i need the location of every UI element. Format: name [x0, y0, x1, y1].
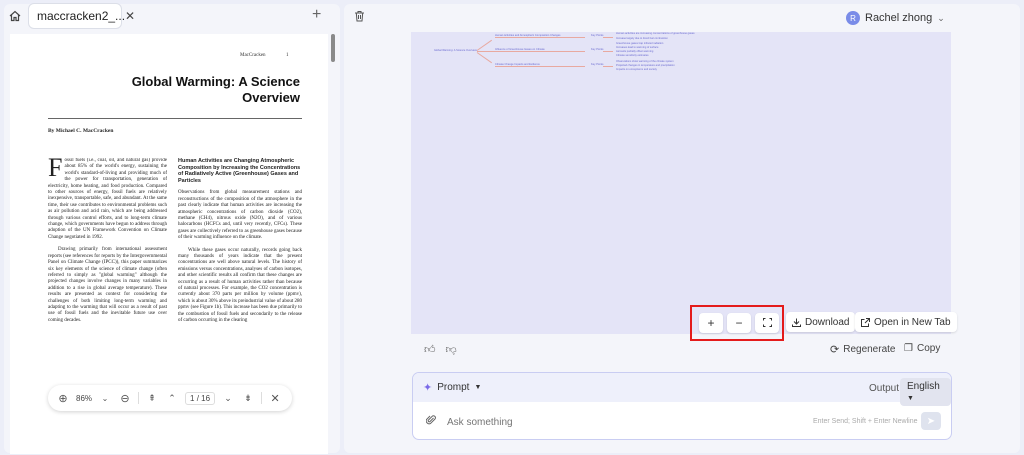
page-indicator[interactable]: 1 / 16: [185, 391, 216, 405]
language-select[interactable]: English ▼: [900, 378, 951, 406]
home-icon: [9, 10, 21, 22]
mindmap-leaf[interactable]: Human activities are increasing concentr…: [616, 32, 695, 35]
download-icon: [792, 318, 801, 327]
mindmap-subbranch[interactable]: Key Points: [591, 34, 603, 37]
mindmap-root[interactable]: Global Warming: A Science Overview: [434, 49, 477, 52]
refresh-icon: ⟳: [830, 344, 840, 356]
send-icon: ➤: [926, 415, 936, 427]
download-button[interactable]: Download: [786, 312, 856, 332]
pdf-page-number: 1: [286, 53, 289, 58]
zoom-out-icon[interactable]: ⊖: [118, 391, 132, 405]
send-button[interactable]: ➤: [921, 412, 941, 430]
add-tab-icon[interactable]: +: [312, 6, 321, 24]
document-tab[interactable]: maccracken2_... ✕: [28, 3, 135, 29]
pdf-scrollbar[interactable]: [331, 34, 335, 62]
drop-cap: F: [48, 158, 63, 182]
title-divider: [48, 118, 302, 119]
mindmap-leaf[interactable]: Observations show warming of the climate…: [616, 60, 674, 63]
mindmap-subbranch[interactable]: Key Points: [591, 63, 603, 66]
mindmap-canvas[interactable]: Global Warming: A Science Overview Human…: [411, 32, 951, 334]
open-new-tab-button[interactable]: Open in New Tab: [855, 312, 957, 332]
mindmap-leaf[interactable]: Aerosols partially offset warming: [616, 50, 653, 53]
user-name: Rachel zhong: [865, 12, 933, 24]
document-tab-title: maccracken2_...: [37, 9, 126, 23]
mindmap-leaf[interactable]: Impacts on ecosystems and society: [616, 68, 657, 71]
home-button[interactable]: [4, 5, 26, 27]
mindmap-leaf[interactable]: Increase largely due to fossil fuel comb…: [616, 37, 668, 40]
pdf-title: Global Warming: A Science Overview: [131, 74, 300, 105]
close-toolbar-icon[interactable]: ✕: [268, 391, 282, 405]
last-page-icon[interactable]: ⇟: [241, 391, 255, 405]
mindmap-subbranch[interactable]: Key Points: [591, 48, 603, 51]
external-link-icon: [861, 317, 870, 327]
mindmap-leaf[interactable]: Climate sensitivity estimates: [616, 54, 649, 57]
avatar: R: [846, 11, 860, 25]
pdf-running-header: MacCracken: [240, 53, 266, 58]
copy-icon: ❐: [904, 343, 913, 354]
chevron-down-icon: ⌄: [937, 12, 945, 23]
close-icon[interactable]: ✕: [125, 9, 135, 23]
copy-button[interactable]: ❐ Copy: [904, 343, 940, 354]
prev-page-icon[interactable]: ⌃: [165, 391, 179, 405]
thumbs-up-icon[interactable]: 👍︎: [424, 343, 436, 356]
highlight-box: [690, 305, 784, 341]
section-heading: Human Activities are Changing Atmospheri…: [178, 158, 301, 184]
caret-down-icon: ▼: [907, 395, 914, 402]
prompt-selector[interactable]: ✦ Prompt ▼: [423, 381, 481, 394]
user-menu[interactable]: R Rachel zhong ⌄: [846, 11, 945, 25]
zoom-level[interactable]: 86%: [76, 394, 92, 403]
regenerate-button[interactable]: ⟳ Regenerate: [830, 343, 895, 356]
next-page-icon[interactable]: ⌄: [221, 391, 235, 405]
zoom-dropdown-icon[interactable]: ⌄: [98, 391, 112, 405]
caret-down-icon: ▼: [474, 384, 482, 391]
feedback-row: 👍︎ 👎︎: [424, 343, 457, 356]
chat-input[interactable]: [447, 417, 747, 428]
pdf-column-right: Human Activities are Changing Atmospheri…: [178, 158, 302, 324]
output-label: Output: [869, 383, 900, 394]
mindmap-leaf[interactable]: Projected changes in temperature and pre…: [616, 64, 675, 67]
thumbs-down-icon[interactable]: 👎︎: [446, 343, 457, 356]
pdf-author: By Michael C. MacCracken: [48, 128, 114, 134]
zoom-in-icon[interactable]: ⊕: [56, 391, 70, 405]
attachment-icon[interactable]: [425, 414, 436, 429]
sparkle-icon: ✦: [423, 382, 433, 394]
keyboard-hint: Enter Send; Shift + Enter Newline: [813, 418, 918, 425]
trash-icon[interactable]: [354, 10, 365, 25]
pdf-toolbar: ⊕ 86% ⌄ ⊖ ⇞ ⌃ 1 / 16 ⌄ ⇟ ✕: [48, 385, 292, 411]
mindmap-leaf[interactable]: Greenhouse gases trap infrared radiation: [616, 42, 663, 45]
pdf-column-left: Fossil fuels (i.e., coal, oil, and natur…: [48, 158, 167, 323]
mindmap-leaf[interactable]: Increases lead to warming of surface: [616, 46, 658, 49]
first-page-icon[interactable]: ⇞: [145, 391, 159, 405]
chat-input-box: ✦ Prompt ▼ Output English ▼ Enter Send; …: [412, 372, 952, 440]
